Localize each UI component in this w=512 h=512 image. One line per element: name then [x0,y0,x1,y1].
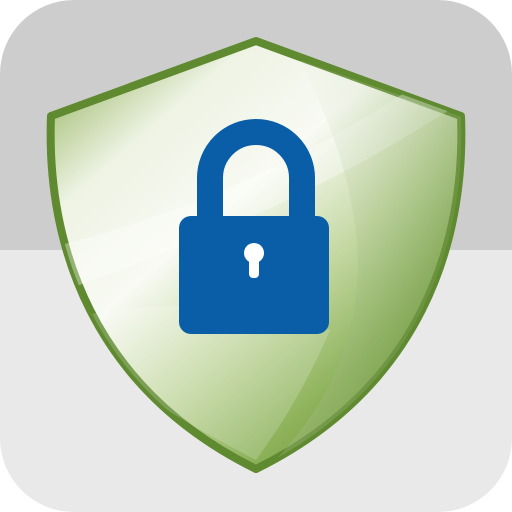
app-icon-tile[interactable] [0,0,512,512]
shield-lock-graphic [0,0,512,512]
